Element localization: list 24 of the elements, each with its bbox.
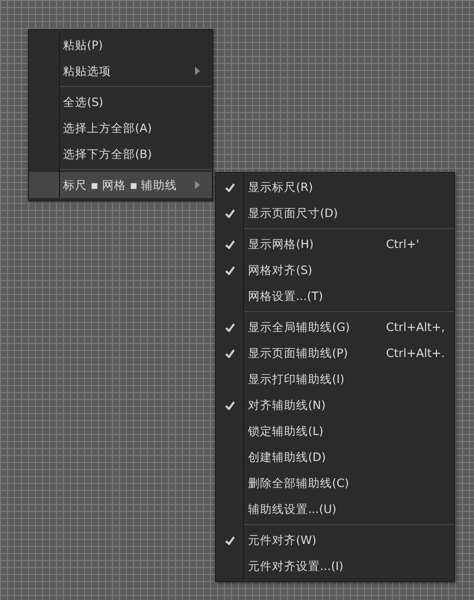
menu-item[interactable]: 删除全部辅助线(C) (216, 470, 454, 496)
menu-item[interactable]: 显示页面辅助线(P) Ctrl+Alt+. (216, 340, 454, 366)
shortcut-text: Ctrl+Alt+, (386, 320, 445, 334)
menu-item[interactable]: 锁定辅助线(L) (216, 418, 454, 444)
menu-item[interactable]: 显示页面尺寸(D) (216, 200, 454, 226)
menu-item[interactable]: 网格对齐(S) (216, 257, 454, 283)
menu-item[interactable]: 全选(S) (29, 89, 212, 115)
menu-item[interactable]: 显示全局辅助线(G) Ctrl+Alt+, (216, 314, 454, 340)
menu-item[interactable]: 元件对齐设置...(I) (216, 553, 454, 579)
menu-item[interactable]: 标尺 ▪ 网格 ▪ 辅助线 (29, 172, 212, 198)
menu-item[interactable]: 显示标尺(R) (216, 174, 454, 200)
menu-item[interactable]: 显示网格(H) Ctrl+' (216, 231, 454, 257)
menu-item[interactable]: 元件对齐(W) (216, 527, 454, 553)
menu-item[interactable]: 对齐辅助线(N) (216, 392, 454, 418)
shortcut-text: Ctrl+Alt+. (386, 346, 445, 360)
menu-item[interactable]: 粘贴选项 (29, 58, 212, 84)
menu-item[interactable]: 创建辅助线(D) (216, 444, 454, 470)
shortcut-text: Ctrl+' (386, 237, 420, 251)
menu-item[interactable]: 选择下方全部(B) (29, 141, 212, 167)
menu-item[interactable]: 网格设置...(T) (216, 283, 454, 309)
menu-item[interactable]: 辅助线设置...(U) (216, 496, 454, 522)
menu-item[interactable]: 显示打印辅助线(I) (216, 366, 454, 392)
menu-item[interactable]: 粘贴(P) (29, 32, 212, 58)
menu-item[interactable]: 选择上方全部(A) (29, 115, 212, 141)
